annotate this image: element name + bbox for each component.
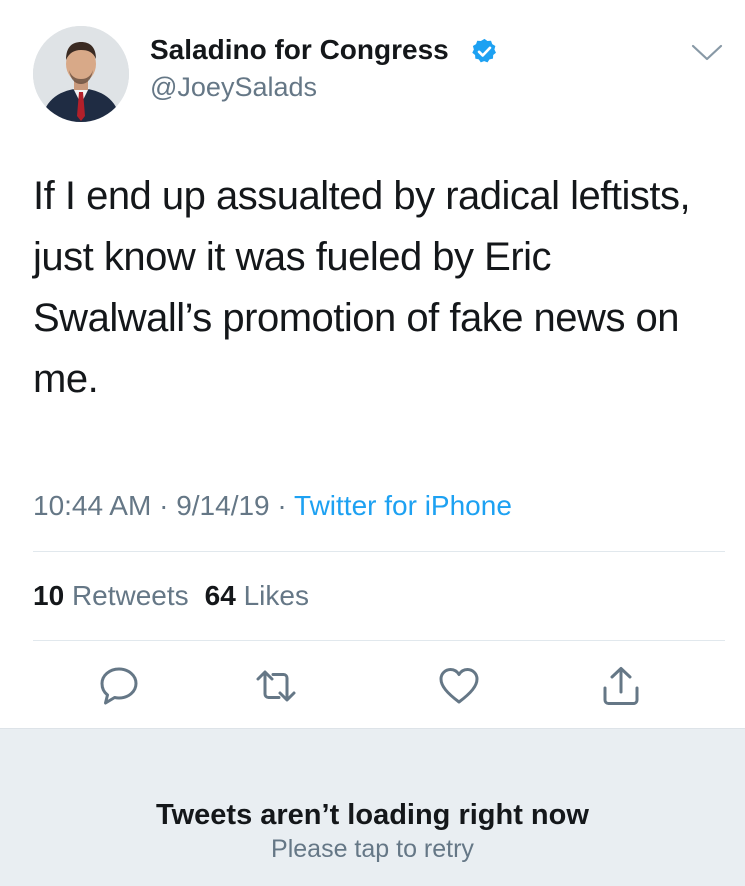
tweet-stats: 10 Retweets 64 Likes	[33, 578, 309, 614]
author-display-name[interactable]: Saladino for Congress	[150, 32, 449, 68]
chevron-down-icon[interactable]	[690, 42, 724, 64]
retweet-icon[interactable]	[254, 664, 298, 708]
likes-count: 64	[204, 580, 236, 611]
verified-badge-icon	[472, 38, 496, 63]
meta-separator: ·	[269, 490, 295, 521]
divider	[33, 551, 725, 552]
tweet-time: 10:44 AM	[33, 490, 152, 521]
tweet-source-link[interactable]: Twitter for iPhone	[294, 490, 512, 521]
tweet-meta: 10:44 AM · 9/14/19 · Twitter for iPhone	[33, 488, 512, 524]
share-icon[interactable]	[599, 664, 643, 708]
error-title: Tweets aren’t loading right now	[156, 799, 589, 831]
divider	[33, 640, 725, 641]
likes-label: Likes	[243, 580, 309, 611]
retweets-count: 10	[33, 580, 65, 611]
reply-icon[interactable]	[97, 664, 141, 708]
retry-link[interactable]: Please tap to retry	[0, 833, 745, 865]
tweets-error-panel[interactable]: Tweets aren’t loading right now Please t…	[0, 728, 745, 886]
tweet-text: If I end up assualted by radical leftist…	[33, 174, 691, 401]
retweets-label: Retweets	[71, 580, 189, 611]
heart-icon[interactable]	[437, 664, 481, 708]
retweets-stat[interactable]: 10 Retweets	[33, 580, 189, 611]
meta-separator: ·	[151, 490, 177, 521]
avatar[interactable]	[33, 26, 129, 122]
tweet-card: Saladino for Congress @JoeySalads If I e…	[0, 0, 745, 728]
tweet-date: 9/14/19	[176, 490, 270, 521]
likes-stat[interactable]: 64 Likes	[205, 580, 309, 611]
author-handle[interactable]: @JoeySalads	[150, 70, 317, 104]
